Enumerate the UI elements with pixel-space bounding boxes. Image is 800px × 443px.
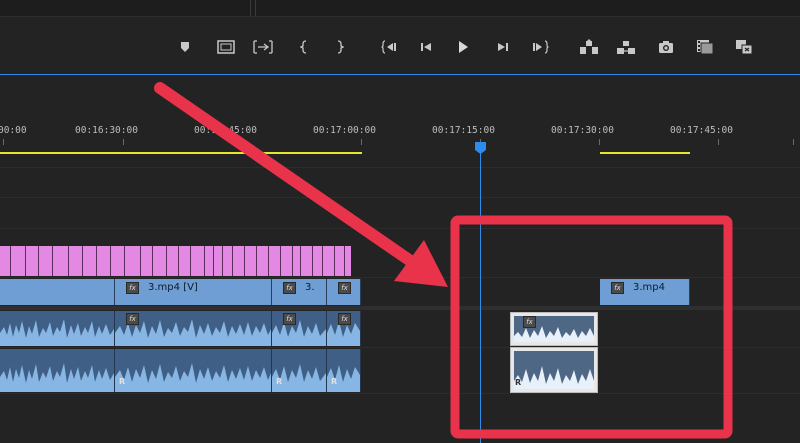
annotation-arrow-head (394, 240, 448, 287)
annotation-overlay (154, 82, 733, 439)
annotation-box (450, 215, 733, 439)
annotation-arrow-shaft (154, 82, 418, 268)
